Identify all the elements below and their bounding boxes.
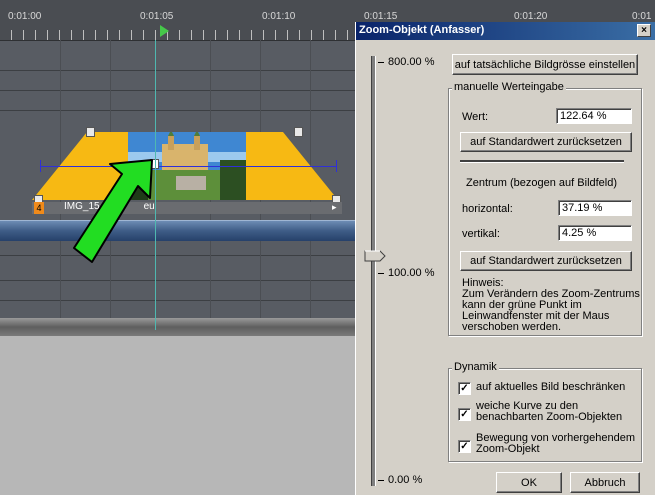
close-button[interactable]: × — [637, 24, 651, 37]
timecode: 0:01:10 — [262, 11, 296, 22]
track-divider — [0, 70, 360, 71]
slider-tick — [378, 273, 384, 274]
previous-motion-checkbox[interactable]: ✓ — [458, 440, 471, 453]
audio-track-band[interactable] — [0, 318, 360, 336]
playhead-marker-icon[interactable] — [160, 25, 169, 37]
separator — [460, 160, 624, 163]
timecode: 0:01:15 — [364, 11, 398, 22]
zoom-scale-max: 800.00 % — [388, 56, 435, 68]
time-ruler-extension[interactable] — [360, 0, 655, 22]
previous-motion-label-line: Zoom-Objekt — [476, 443, 540, 455]
cancel-button[interactable]: Abbruch — [570, 472, 640, 493]
hint-text: Hinweis: Zum Verändern des Zoom-Zentrums… — [462, 278, 640, 333]
horizontal-label: horizontal: — [462, 203, 513, 215]
track-divider — [0, 255, 360, 256]
value-input[interactable] — [556, 108, 632, 124]
empty-track-area[interactable] — [0, 336, 360, 495]
clip-end-handle-icon[interactable]: ▸ — [332, 202, 337, 213]
zoom-line-tick — [40, 160, 41, 172]
hint-line: verschoben werden. — [462, 321, 562, 333]
track-divider — [0, 280, 360, 281]
value-label: Wert: — [462, 111, 489, 123]
clip-number: 4 — [34, 202, 44, 214]
zoom-line-tick — [336, 160, 337, 172]
keyframe-handle[interactable] — [86, 127, 95, 137]
track-divider — [0, 300, 360, 301]
slider-tick — [378, 62, 384, 63]
dynamics-group-title: Dynamik — [452, 361, 499, 373]
smooth-curve-label[interactable]: weiche Kurve zu den benachbarten Zoom-Ob… — [476, 401, 622, 423]
zoom-scale-min: 0.00 % — [388, 474, 423, 486]
ruler-ticks — [0, 30, 360, 40]
horizontal-input[interactable] — [558, 200, 632, 216]
smooth-curve-label-line: benachbarten Zoom-Objekten — [476, 411, 623, 423]
green-arrow-icon — [73, 159, 153, 263]
keyframe-handle[interactable] — [294, 127, 303, 137]
vertical-input[interactable] — [558, 225, 632, 241]
center-heading: Zentrum (bezogen auf Bildfeld) — [466, 177, 618, 189]
ok-button[interactable]: OK — [496, 472, 562, 493]
reset-center-button[interactable]: auf Standardwert zurücksetzen — [460, 251, 632, 271]
limit-to-image-label[interactable]: auf aktuelles Bild beschränken — [476, 381, 625, 393]
zoom-scale-mid: 100.00 % — [388, 267, 435, 279]
slider-tick — [378, 480, 384, 481]
vertical-label: vertikal: — [462, 228, 500, 240]
manual-input-group-title: manuelle Werteingabe — [452, 81, 566, 93]
media-track-band[interactable] — [0, 220, 360, 241]
reset-value-button[interactable]: auf Standardwert zurücksetzen — [460, 132, 632, 152]
timeline-panel[interactable]: 0:01:00 0:01:05 0:01:10 4 IMG_15 eu ▸ — [0, 0, 360, 495]
previous-motion-label[interactable]: Bewegung von vorhergehendem Zoom-Objekt — [476, 433, 635, 455]
track-divider — [0, 90, 360, 91]
smooth-curve-checkbox[interactable]: ✓ — [458, 408, 471, 421]
dialog-title: Zoom-Objekt (Anfasser) — [359, 24, 485, 36]
timecode: 0:01:05 — [140, 11, 174, 22]
track-divider — [0, 110, 360, 111]
time-ruler[interactable]: 0:01:00 0:01:05 0:01:10 — [0, 0, 360, 41]
zoom-slider-track[interactable] — [371, 56, 376, 486]
limit-to-image-checkbox[interactable]: ✓ — [458, 382, 471, 395]
timecode: 0:01:00 — [8, 11, 42, 22]
actual-size-button[interactable]: auf tatsächliche Bildgrösse einstellen — [452, 54, 638, 75]
zoom-slider-thumb-icon[interactable] — [364, 250, 386, 262]
timecode: 0:01:20 — [514, 11, 548, 22]
dialog-titlebar[interactable]: Zoom-Objekt (Anfasser) × — [356, 22, 655, 40]
timecode: 0:01 — [632, 11, 652, 22]
zoom-object-dialog: Zoom-Objekt (Anfasser) × 800.00 % 100.00… — [355, 22, 655, 495]
